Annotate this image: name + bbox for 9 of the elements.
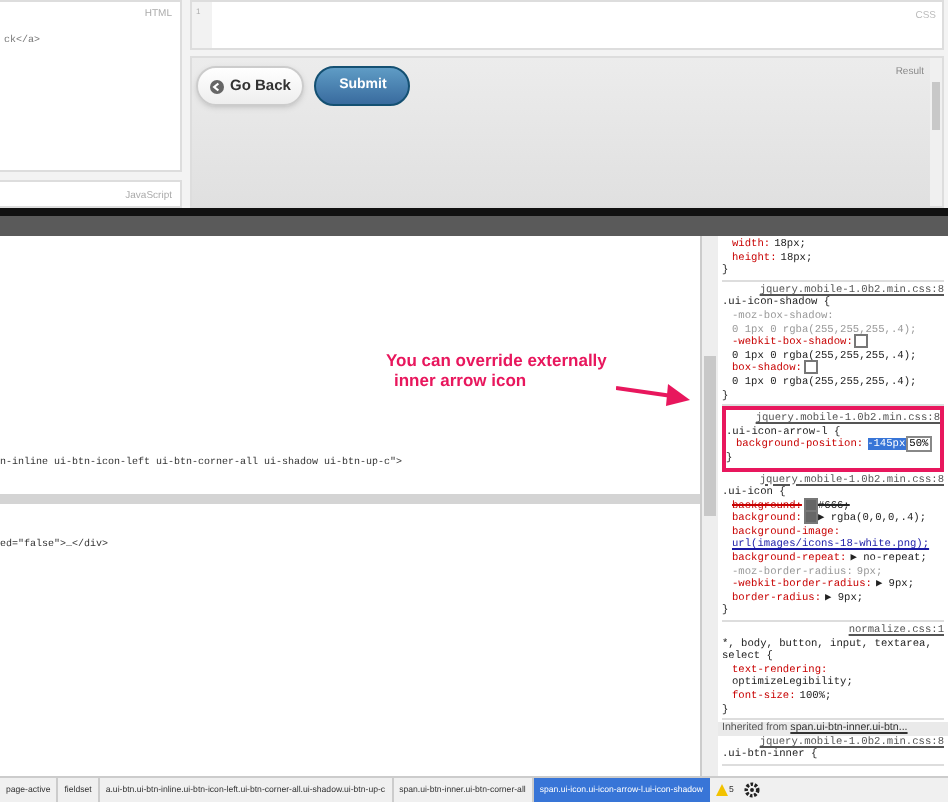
color-swatch[interactable]: [856, 336, 867, 347]
settings-icon[interactable]: [743, 782, 760, 798]
annotation-text: You can override externally inner arrow icon: [386, 350, 607, 390]
pane-scrollbar[interactable]: [700, 236, 718, 776]
color-swatch[interactable]: [805, 512, 816, 523]
scrollbar[interactable]: [930, 58, 942, 206]
color-swatch[interactable]: [805, 499, 816, 510]
warning-icon: [715, 784, 728, 796]
left-arrow-icon: [210, 79, 224, 93]
